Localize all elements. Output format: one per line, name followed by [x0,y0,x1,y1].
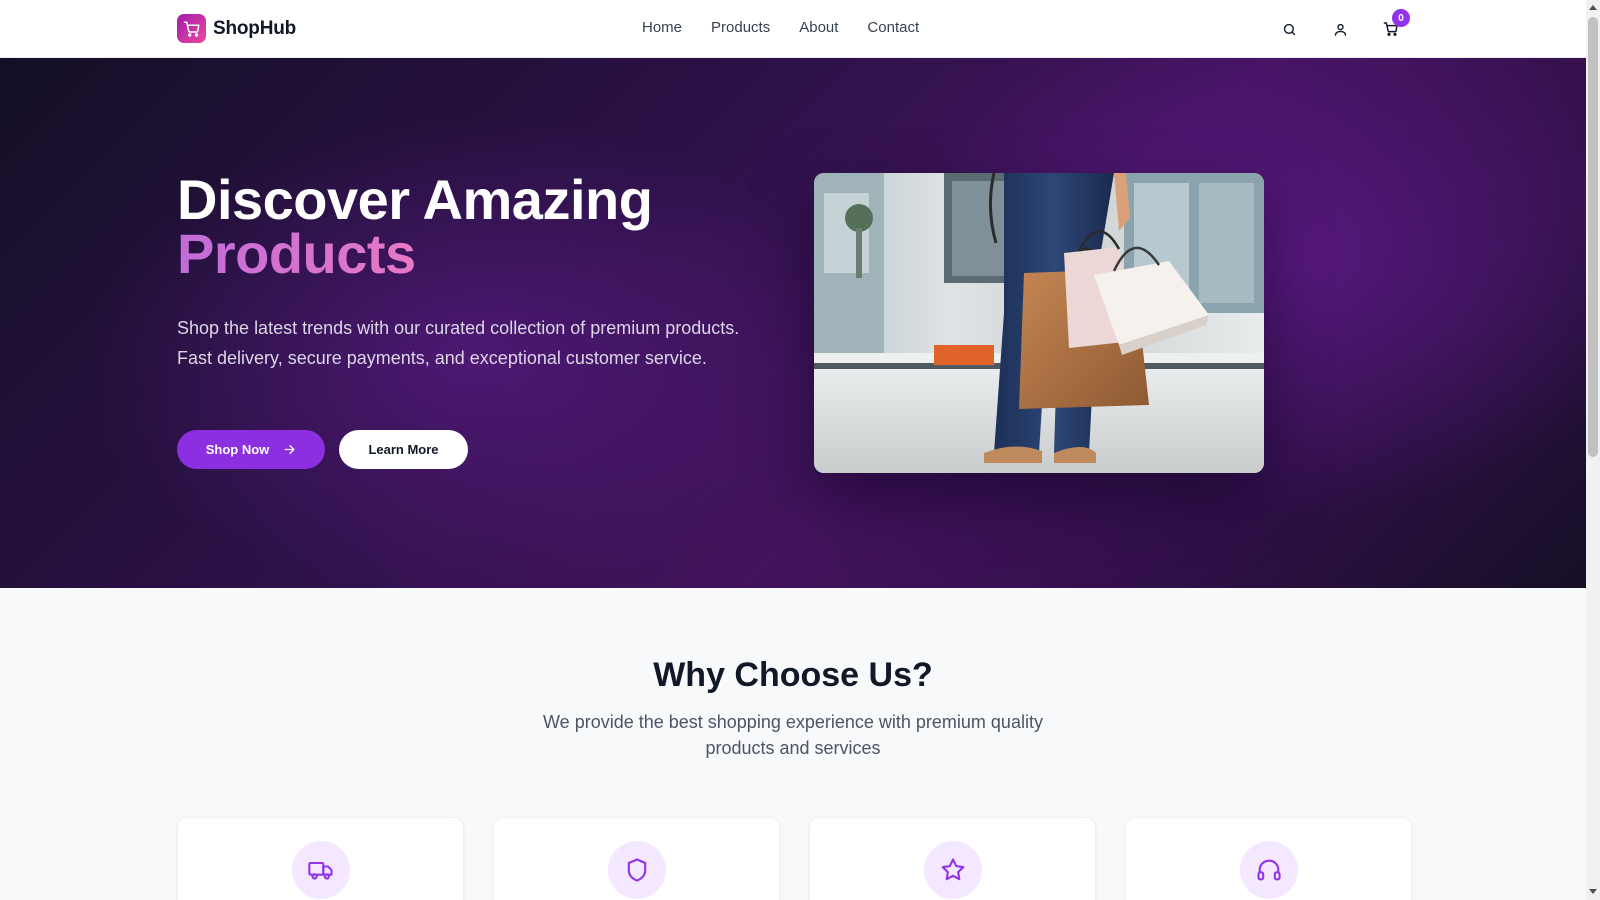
shopping-cart-icon [177,14,206,43]
shop-now-button[interactable]: Shop Now [177,430,325,469]
scrollbar-thumb[interactable] [1588,17,1598,457]
cart-count-badge: 0 [1392,9,1410,27]
shop-now-label: Shop Now [205,442,270,457]
search-icon[interactable] [1279,19,1299,39]
scroll-down-arrow-icon[interactable] [1589,889,1597,894]
nav-link-about[interactable]: About [799,19,838,36]
hero-description: Shop the latest trends with our curated … [177,318,740,368]
hero-section: Discover Amazing Products Shop the lates… [0,58,1586,588]
brand-name: ShopHub [213,17,297,39]
section-subtitle: We provide the best shopping experience … [543,712,1043,758]
nav-link-home[interactable]: Home [642,19,682,36]
hero-image [814,173,1264,473]
truck-icon [292,841,350,899]
arrow-right-icon [284,445,295,454]
hero-title: Discover Amazing Products [177,172,653,282]
main-nav: Home Products About Contact [642,19,919,36]
headphones-icon [1240,841,1298,899]
shield-icon [608,841,666,899]
feature-cards [177,817,1412,900]
section-title: Why Choose Us? [653,656,933,694]
hero-title-highlight: Products [177,226,652,282]
learn-more-button[interactable]: Learn More [339,430,468,469]
nav-link-products[interactable]: Products [711,19,770,36]
page-scrollbar[interactable] [1586,0,1600,900]
feature-card-delivery [177,817,464,900]
nav-link-contact[interactable]: Contact [867,19,919,36]
scroll-up-arrow-icon[interactable] [1589,5,1597,10]
brand-logo[interactable]: ShopHub [177,14,296,43]
user-icon[interactable] [1330,19,1350,39]
cart-button[interactable]: 0 [1381,9,1410,39]
feature-card-secure [493,817,780,900]
site-header: ShopHub Home Products About Contact 0 [0,0,1586,58]
feature-card-support [1125,817,1412,900]
star-icon [924,841,982,899]
header-actions: 0 [1279,9,1410,39]
feature-card-quality [809,817,1096,900]
